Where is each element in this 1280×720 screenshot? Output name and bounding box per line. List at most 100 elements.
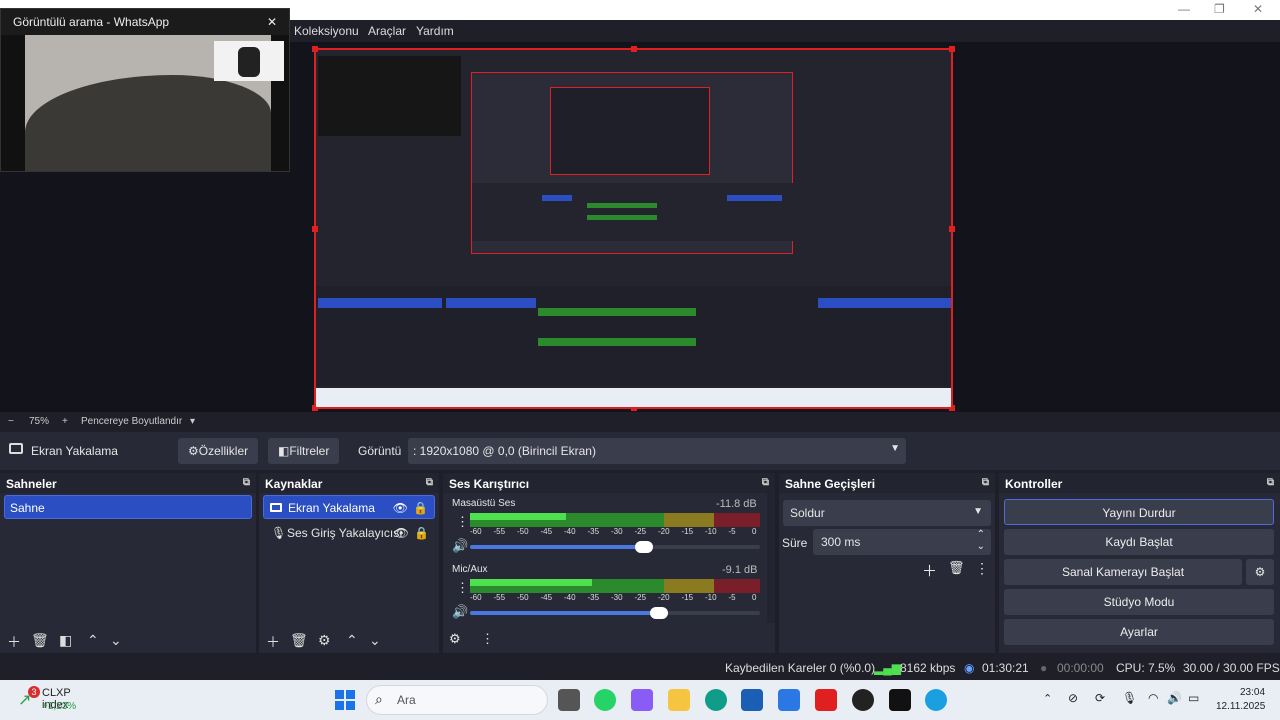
undock-icon[interactable]: ⧉	[243, 477, 250, 488]
filter-icon[interactable]: ◧	[59, 632, 72, 649]
source-item-audio-input[interactable]: 🎙 Ses Giriş Yakalayıcısı 👁 🔒	[263, 521, 435, 545]
zoom-in-button[interactable]: +	[62, 416, 68, 427]
task-view-icon[interactable]	[558, 689, 580, 711]
maximize-button[interactable]: ❐	[1214, 2, 1225, 16]
properties-button[interactable]: ⚙Özellikler	[178, 438, 259, 464]
source-toolbar: Ekran Yakalama ⚙Özellikler ◧Filtreler Gö…	[0, 432, 1280, 470]
edge-icon[interactable]	[705, 689, 727, 711]
scale-tick-label: 0	[752, 593, 757, 602]
resize-handle[interactable]	[631, 46, 637, 52]
close-window-button[interactable]: ✕	[1253, 2, 1263, 16]
source-item-screen-capture[interactable]: Ekran Yakalama 👁 🔒	[263, 495, 435, 519]
chevron-up-icon[interactable]: ⌃	[1043, 692, 1052, 705]
clock-time[interactable]: 23:04	[1240, 687, 1265, 698]
chevron-down-icon[interactable]: ⌄	[369, 632, 381, 649]
obs-icon[interactable]	[852, 689, 874, 711]
transition-select[interactable]: Soldur ▼	[783, 500, 991, 526]
lock-icon[interactable]: 🔒	[414, 521, 429, 545]
whatsapp-icon[interactable]	[594, 689, 616, 711]
chevron-up-icon[interactable]: ⌃	[87, 632, 99, 649]
self-view	[214, 41, 284, 81]
add-icon[interactable]: ＋	[922, 560, 937, 581]
undock-icon[interactable]: ⧉	[1267, 477, 1274, 488]
resize-handle[interactable]	[312, 46, 318, 52]
controls-dock: Kontroller ⧉ Yayını Durdur Kaydı Başlat …	[999, 473, 1280, 653]
search-box[interactable]: ⌕ Ara	[366, 685, 548, 715]
gear-icon[interactable]: ⚙	[318, 632, 331, 649]
display-select[interactable]: : 1920x1080 @ 0,0 (Birincil Ekran) ▼	[408, 438, 906, 464]
speaker-icon[interactable]: 🔊	[452, 538, 468, 554]
sync-icon[interactable]: ⟳	[1095, 691, 1105, 705]
close-icon[interactable]: ✕	[267, 9, 277, 35]
volume-slider[interactable]	[470, 607, 760, 619]
chevron-up-icon[interactable]: ⌃	[346, 632, 358, 649]
virtual-camera-settings-button[interactable]: ⚙	[1246, 559, 1274, 585]
start-recording-button[interactable]: Kaydı Başlat	[1004, 529, 1274, 555]
stop-stream-button[interactable]: Yayını Durdur	[1004, 499, 1274, 525]
chevron-up-icon[interactable]: ⌃	[977, 529, 985, 540]
more-vertical-icon[interactable]: ⋮	[456, 514, 469, 530]
menu-item-tools[interactable]: Araçlar	[368, 24, 406, 38]
file-explorer-icon[interactable]	[668, 689, 690, 711]
scene-item[interactable]: Sahne	[4, 495, 252, 519]
add-icon[interactable]: ＋	[7, 632, 21, 652]
battery-icon[interactable]: ▭	[1188, 691, 1199, 705]
lock-icon[interactable]: 🔒	[413, 496, 428, 520]
volume-icon[interactable]: 🔊	[1167, 691, 1182, 705]
store-icon[interactable]	[741, 689, 763, 711]
preview-canvas[interactable]	[312, 46, 955, 411]
whatsapp-video-call-window[interactable]: Görüntülü arama - WhatsApp ✕	[0, 8, 290, 172]
microphone-icon: 🎙	[271, 526, 287, 540]
copilot-icon[interactable]	[631, 689, 653, 711]
transitions-title: Sahne Geçişleri	[785, 477, 876, 491]
resize-handle[interactable]	[949, 46, 955, 52]
settings-button[interactable]: Ayarlar	[1004, 619, 1274, 645]
clock-date[interactable]: 12.11.2025	[1216, 701, 1265, 712]
network-off-icon[interactable]: ⊘	[1068, 691, 1078, 705]
nested-taskbar	[316, 388, 951, 407]
microphone-icon[interactable]: 🎙	[1122, 691, 1137, 705]
youtube-icon[interactable]	[815, 689, 837, 711]
chevron-down-icon[interactable]: ⌄	[110, 632, 122, 649]
filters-button[interactable]: ◧Filtreler	[268, 438, 340, 464]
eye-icon[interactable]: 👁	[393, 496, 408, 520]
resize-handle[interactable]	[949, 226, 955, 232]
nested-whatsapp-thumbnail	[318, 56, 461, 136]
browser-icon[interactable]	[925, 689, 947, 711]
transitions-header: Sahne Geçişleri ⧉	[779, 473, 995, 493]
duration-spinbox[interactable]: 300 ms ⌃ ⌄	[813, 529, 991, 555]
undock-icon[interactable]: ⧉	[762, 477, 769, 488]
add-icon[interactable]: ＋	[266, 632, 280, 652]
stocks-widget[interactable]: ↗ 3 CLXP index +1,23%	[16, 686, 96, 714]
eye-icon[interactable]: 👁	[394, 521, 409, 545]
dropped-frames: Kaybedilen Kareler 0 (%0.0)	[725, 661, 876, 675]
resize-handle[interactable]	[312, 226, 318, 232]
trash-icon[interactable]: 🗑	[290, 632, 308, 649]
trash-icon[interactable]: 🗑	[948, 560, 965, 576]
chevron-down-icon[interactable]: ▾	[190, 416, 195, 427]
zoom-out-button[interactable]: −	[8, 416, 14, 427]
outlook-icon[interactable]	[778, 689, 800, 711]
channel-name: Masaüstü Ses	[452, 498, 516, 509]
undock-icon[interactable]: ⧉	[982, 477, 989, 488]
scrollbar[interactable]	[767, 493, 775, 623]
more-vertical-icon[interactable]: ⋮	[456, 580, 469, 596]
chevron-down-icon[interactable]: ⌄	[977, 541, 985, 552]
undock-icon[interactable]: ⧉	[426, 477, 433, 488]
menu-item-help[interactable]: Yardım	[416, 24, 454, 38]
more-vertical-icon[interactable]: ⋮	[481, 631, 494, 647]
advanced-audio-icon[interactable]: ⚙	[449, 631, 461, 647]
speaker-icon[interactable]: 🔊	[452, 604, 468, 620]
start-virtual-camera-button[interactable]: Sanal Kamerayı Başlat	[1004, 559, 1242, 585]
scale-tick-label: -60	[470, 593, 482, 602]
minimize-button[interactable]: —	[1178, 2, 1190, 16]
trash-icon[interactable]: 🗑	[31, 632, 49, 649]
volume-slider[interactable]	[470, 541, 760, 553]
wifi-icon[interactable]: ◠	[1148, 691, 1158, 705]
fit-to-window-label[interactable]: Pencereye Boyutlandır	[81, 416, 182, 427]
more-vertical-icon[interactable]: ⋮	[975, 560, 989, 577]
windows-start-icon[interactable]	[335, 690, 355, 710]
menu-item-collection[interactable]: Koleksiyonu	[294, 24, 359, 38]
studio-mode-button[interactable]: Stüdyo Modu	[1004, 589, 1274, 615]
epic-games-icon[interactable]	[889, 689, 911, 711]
